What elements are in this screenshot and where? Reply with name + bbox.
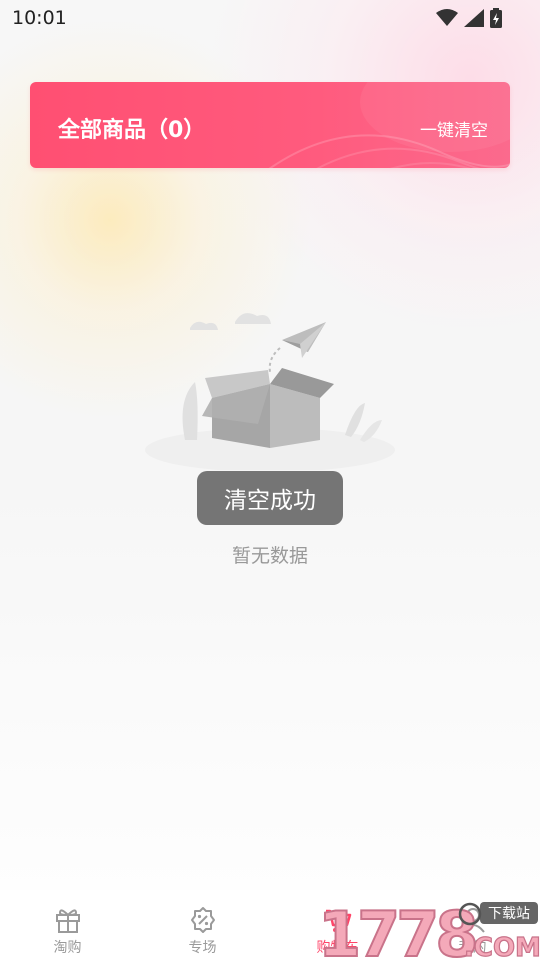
nav-label: 专场 bbox=[188, 940, 217, 956]
gift-icon bbox=[55, 909, 80, 933]
nav-item-taogou[interactable]: 淘购 bbox=[0, 890, 135, 960]
svg-text:.COM: .COM bbox=[464, 933, 540, 960]
nav-item-zhuanchang[interactable]: 专场 bbox=[135, 890, 270, 960]
empty-state-text: 暂无数据 bbox=[231, 545, 308, 567]
discount-icon bbox=[190, 907, 215, 933]
toast-message: 清空成功 bbox=[197, 471, 343, 525]
site-watermark-logo: 1778 .COM 下载站 bbox=[317, 898, 540, 960]
nav-label: 淘购 bbox=[53, 940, 82, 956]
battery-icon bbox=[490, 8, 502, 28]
wifi-icon bbox=[436, 9, 458, 26]
status-bar: 10:01 bbox=[0, 0, 540, 36]
status-time: 10:01 bbox=[12, 7, 67, 29]
svg-text:1778: 1778 bbox=[318, 898, 475, 960]
page-title: 全部商品（0） bbox=[58, 118, 206, 143]
svg-text:下载站: 下载站 bbox=[488, 906, 530, 922]
header-card: 全部商品（0） 一键清空 bbox=[30, 82, 510, 168]
status-icons bbox=[436, 8, 502, 28]
signal-icon bbox=[464, 9, 484, 27]
empty-box-illustration bbox=[145, 313, 395, 470]
clear-all-button[interactable]: 一键清空 bbox=[420, 116, 488, 141]
